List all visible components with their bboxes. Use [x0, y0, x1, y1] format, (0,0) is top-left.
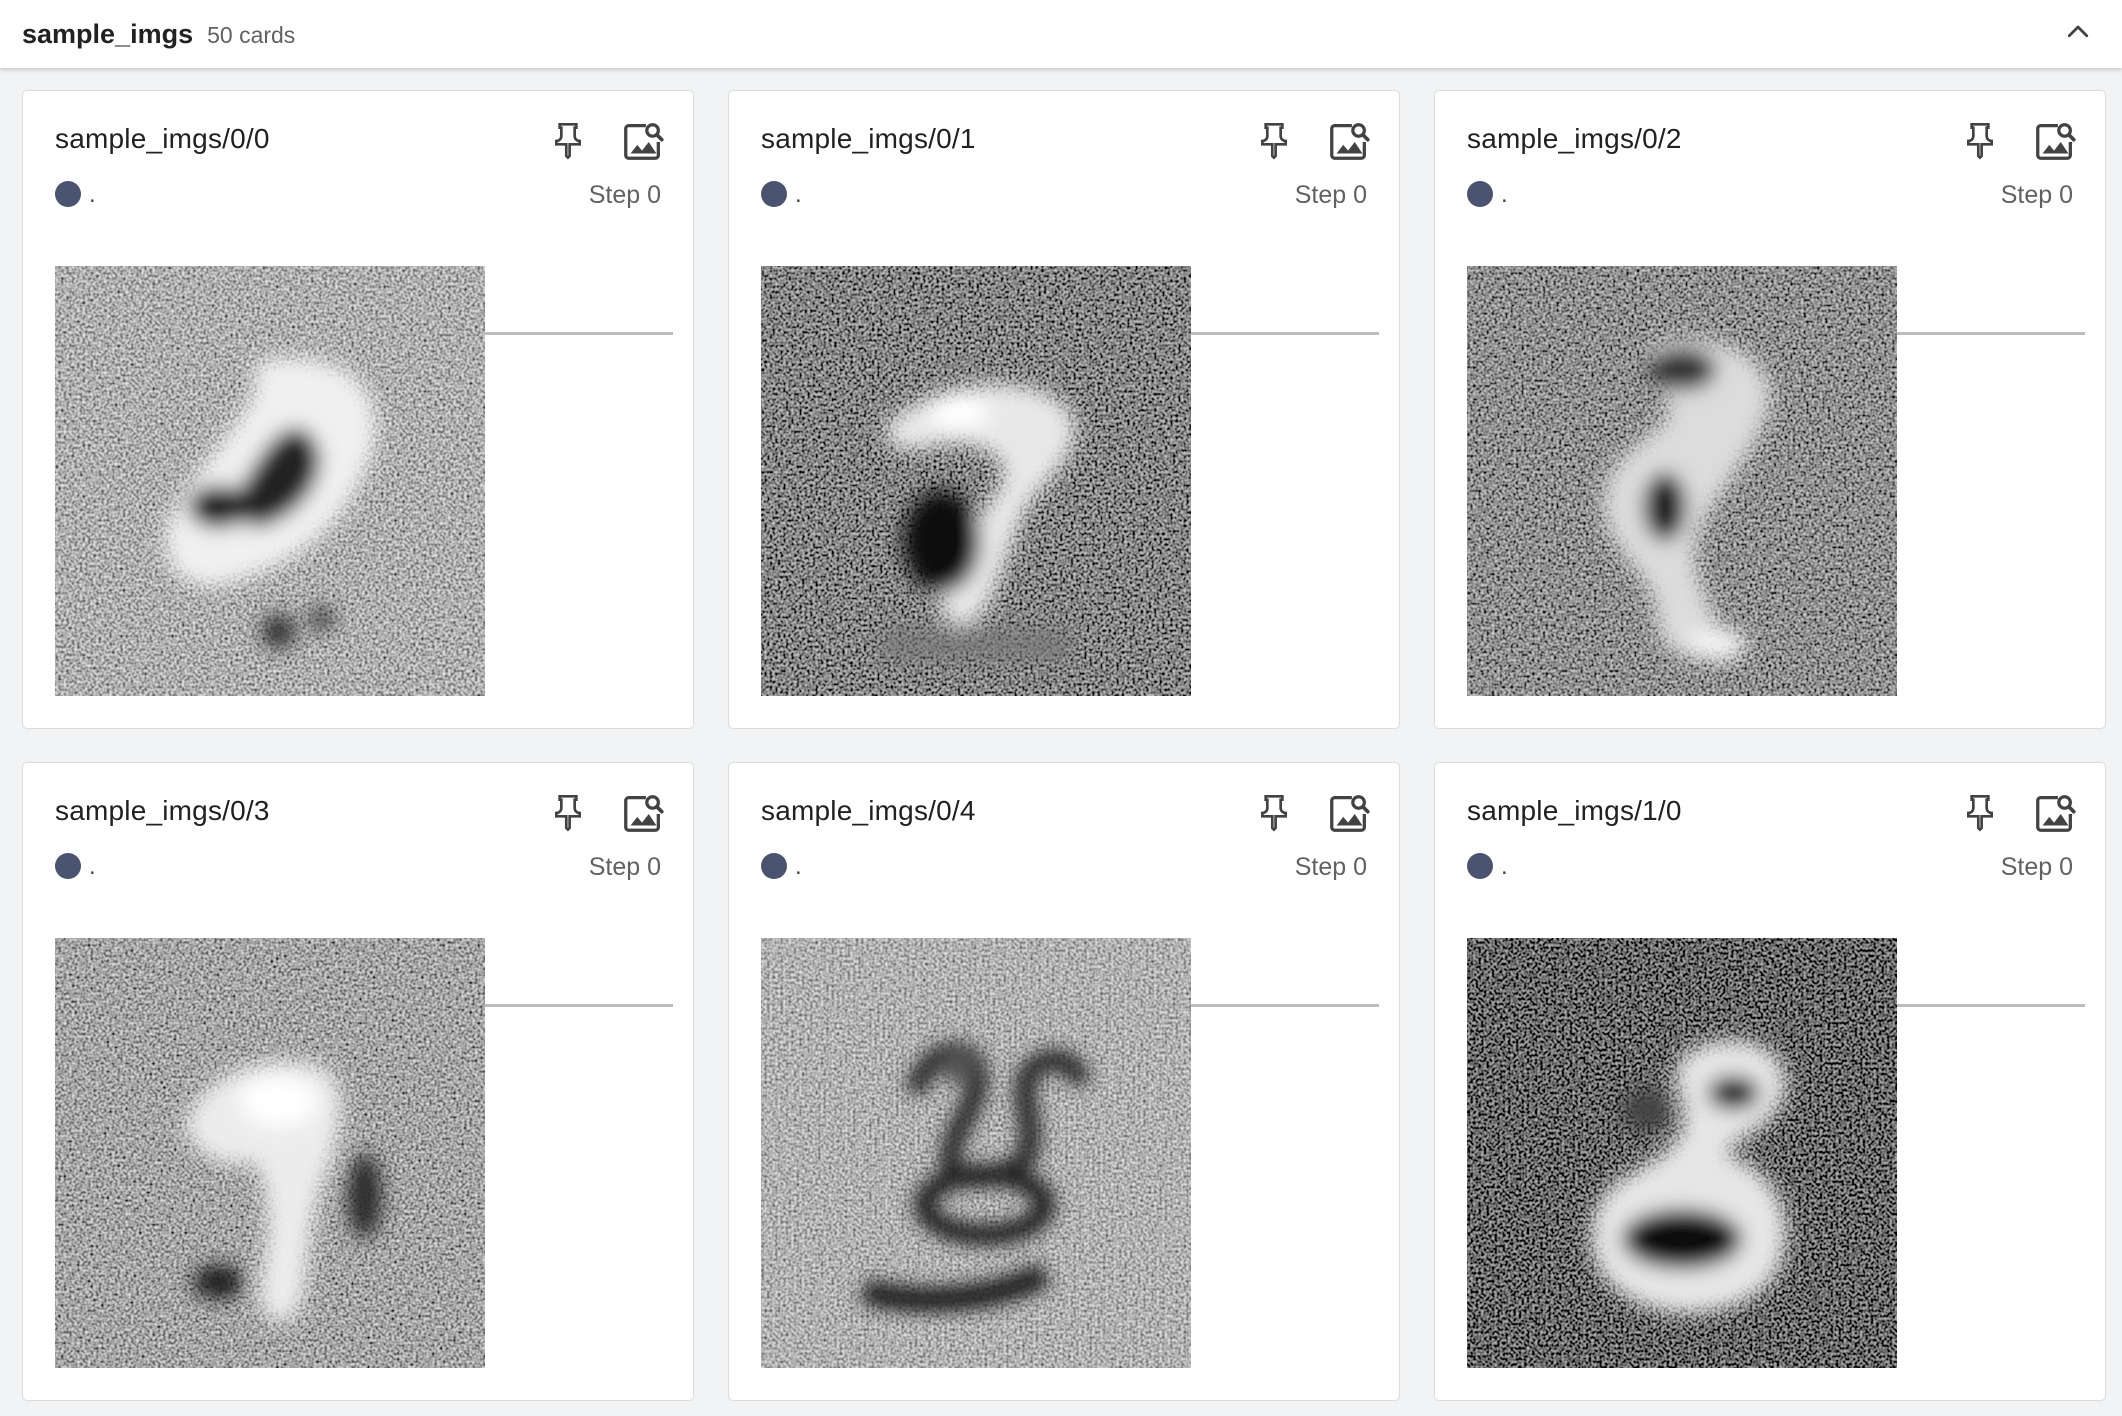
card-title: sample_imgs/1/0	[1467, 795, 1682, 826]
image-search-icon	[2036, 795, 2076, 832]
pin-button[interactable]	[548, 793, 588, 833]
image-card: sample_imgs/0/4 . Step 0	[728, 762, 1400, 1401]
chevron-up-icon	[2067, 25, 2089, 38]
view-image-button[interactable]	[2032, 118, 2078, 164]
card-title: sample_imgs/0/2	[1467, 123, 1682, 154]
sample-image[interactable]	[761, 938, 1191, 1368]
pin-icon	[555, 123, 581, 160]
card-title: sample_imgs/0/1	[761, 123, 976, 154]
pin-button[interactable]	[1254, 793, 1294, 833]
pin-button[interactable]	[1254, 121, 1294, 161]
step-label: Step 0	[588, 181, 661, 209]
image-search-icon	[624, 123, 664, 160]
image-search-icon	[2036, 123, 2076, 160]
run-color-dot	[1467, 181, 1493, 207]
card-count: 50 cards	[207, 22, 296, 48]
run-color-dot	[761, 853, 787, 879]
sample-image[interactable]	[1467, 266, 1897, 696]
run-color-dot	[55, 853, 81, 879]
run-name: .	[795, 181, 802, 208]
section-header: sample_imgs 50 cards	[0, 0, 2122, 68]
pin-icon	[555, 795, 581, 832]
image-search-icon	[1330, 123, 1370, 160]
card-title: sample_imgs/0/3	[55, 795, 270, 826]
run-name: .	[1501, 181, 1508, 208]
pin-button[interactable]	[1960, 793, 2000, 833]
view-image-button[interactable]	[1326, 790, 1372, 836]
view-image-button[interactable]	[1326, 118, 1372, 164]
image-card: sample_imgs/0/0 . Step 0	[22, 90, 694, 729]
run-name: .	[89, 853, 96, 880]
image-card: sample_imgs/1/0 . Step 0	[1434, 762, 2106, 1401]
run-name: .	[795, 853, 802, 880]
image-card: sample_imgs/0/2 . Step 0	[1434, 90, 2106, 729]
step-label: Step 0	[1294, 181, 1367, 209]
pin-icon	[1261, 123, 1287, 160]
sample-image[interactable]	[55, 938, 485, 1368]
sample-image[interactable]	[761, 266, 1191, 696]
view-image-button[interactable]	[620, 118, 666, 164]
step-label: Step 0	[1294, 853, 1367, 881]
step-label: Step 0	[588, 853, 661, 881]
image-search-icon	[624, 795, 664, 832]
run-name: .	[1501, 853, 1508, 880]
step-label: Step 0	[2000, 181, 2073, 209]
run-color-dot	[55, 181, 81, 207]
section-title: sample_imgs	[22, 18, 194, 49]
pin-icon	[1967, 123, 1993, 160]
image-search-icon	[1330, 795, 1370, 832]
pin-button[interactable]	[1960, 121, 2000, 161]
view-image-button[interactable]	[2032, 790, 2078, 836]
card-title: sample_imgs/0/0	[55, 123, 270, 154]
run-color-dot	[761, 181, 787, 207]
pin-icon	[1967, 795, 1993, 832]
sample-image[interactable]	[1467, 938, 1897, 1368]
pin-button[interactable]	[548, 121, 588, 161]
image-card: sample_imgs/0/1 . Step 0	[728, 90, 1400, 729]
run-color-dot	[1467, 853, 1493, 879]
view-image-button[interactable]	[620, 790, 666, 836]
pin-icon	[1261, 795, 1287, 832]
step-label: Step 0	[2000, 853, 2073, 881]
collapse-button[interactable]	[2058, 12, 2098, 52]
image-card: sample_imgs/0/3 . Step 0	[22, 762, 694, 1401]
sample-image[interactable]	[55, 266, 485, 696]
card-title: sample_imgs/0/4	[761, 795, 976, 826]
run-name: .	[89, 181, 96, 208]
card-grid: sample_imgs/0/0 . Step 0 sample_imgs/0/1…	[22, 90, 2108, 1401]
